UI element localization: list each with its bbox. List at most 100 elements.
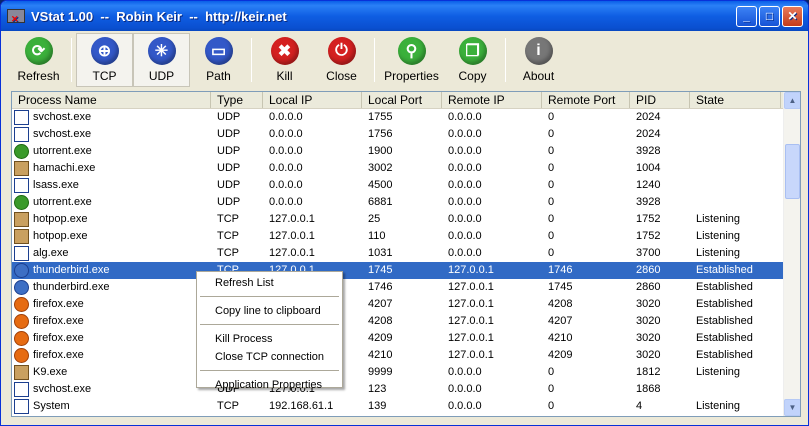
vertical-scrollbar[interactable]: ▲ ▼ [783, 92, 800, 416]
cell-text: 4500 [368, 179, 393, 191]
cell-local-port: 4210 [362, 347, 442, 364]
cell-text: 123 [368, 383, 387, 395]
cell-text: firefox.exe [33, 349, 84, 361]
menu-item-kill-process[interactable]: Kill Process [197, 330, 342, 348]
cell-local-port: 1900 [362, 143, 442, 160]
cell-type: TCP [211, 211, 263, 228]
menu-item-application-properties[interactable]: Application Properties [197, 376, 342, 394]
table-row[interactable]: hotpop.exe TCP 127.0.0.1 110 0.0.0.0 0 1752 Lis… [12, 228, 800, 245]
cell-text: 0 [548, 179, 555, 191]
cell-text: 1752 [636, 230, 661, 242]
refresh-button[interactable]: ⟳ Refresh [10, 33, 67, 87]
cell-text: Established [696, 332, 753, 344]
menu-item-refresh-list[interactable]: Refresh List [197, 274, 342, 292]
cell-text: 127.0.0.1 [448, 315, 494, 327]
column-header-state[interactable]: State [690, 92, 781, 108]
cell-text: 0 [548, 128, 555, 140]
table-row[interactable]: svchost.exe UDP 0.0.0.0 1756 0.0.0.0 0 2024 [12, 126, 800, 143]
copy-button[interactable]: ❐ Copy [444, 33, 501, 87]
cell-text: hotpop.exe [33, 230, 88, 242]
cell-process-name: svchost.exe [12, 126, 211, 143]
path-button[interactable]: ▭ Path [190, 33, 247, 87]
table-row[interactable]: K9.exe 9999 0.0.0.0 0 1812 Listening [12, 364, 800, 381]
table-row[interactable]: firefox.exe 4207 127.0.0.1 4208 3020 Establis… [12, 296, 800, 313]
column-header-pid[interactable]: PID [630, 92, 690, 108]
maximize-button[interactable]: □ [759, 6, 780, 27]
table-row[interactable]: svchost.exe UDP 0.0.0.0 1755 0.0.0.0 0 2024 [12, 109, 800, 126]
properties-button[interactable]: ⚲ Properties [379, 33, 444, 87]
table-row[interactable]: utorrent.exe UDP 0.0.0.0 1900 0.0.0.0 0 3928 [12, 143, 800, 160]
cell-process-name: firefox.exe [12, 296, 211, 313]
magnifier-icon: ⚲ [397, 37, 426, 65]
scroll-thumb[interactable] [785, 144, 800, 199]
table-row[interactable]: firefox.exe 4209 127.0.0.1 4210 3020 Establis… [12, 330, 800, 347]
column-header-process-name[interactable]: Process Name [12, 92, 211, 108]
cell-process-name: lsass.exe [12, 177, 211, 194]
minimize-button[interactable]: _ [736, 6, 757, 27]
cell-state [690, 160, 781, 177]
cell-text: Listening [696, 247, 741, 259]
connection-list: Process Name Type Local IP Local Port Remote… [11, 91, 801, 417]
table-row[interactable]: hotpop.exe TCP 127.0.0.1 25 0.0.0.0 0 1752 List… [12, 211, 800, 228]
cell-pid: 3928 [630, 194, 690, 211]
cell-pid: 3020 [630, 313, 690, 330]
table-row[interactable]: thunderbird.exe TCP 127.0.0.1 1745 127.0.0.1… [12, 262, 800, 279]
table-row[interactable]: thunderbird.exe 1746 127.0.0.1 1745 2860 Esta… [12, 279, 800, 296]
cell-remote-port: 0 [542, 126, 630, 143]
table-row[interactable]: utorrent.exe UDP 0.0.0.0 6881 0.0.0.0 0 3928 [12, 194, 800, 211]
cell-type: UDP [211, 126, 263, 143]
cell-remote-ip: 0.0.0.0 [442, 109, 542, 126]
table-row[interactable]: System TCP 192.168.61.1 139 0.0.0.0 0 4 Listeni… [12, 398, 800, 415]
udp-button[interactable]: ✳ UDP [133, 33, 190, 87]
column-header-remote-port[interactable]: Remote Port [542, 92, 630, 108]
close-button[interactable]: ⏻ Close [313, 33, 370, 87]
cell-pid: 4 [630, 398, 690, 415]
cell-local-ip: 127.0.0.1 [263, 245, 362, 262]
cell-process-name: hamachi.exe [12, 160, 211, 177]
cell-text: 4208 [548, 298, 573, 310]
table-row[interactable]: lsass.exe UDP 0.0.0.0 4500 0.0.0.0 0 1240 [12, 177, 800, 194]
cell-local-port: 123 [362, 381, 442, 398]
cell-local-ip: 0.0.0.0 [263, 143, 362, 160]
table-row[interactable]: firefox.exe 4210 127.0.0.1 4209 3020 Establis… [12, 347, 800, 364]
table-row[interactable]: alg.exe TCP 127.0.0.1 1031 0.0.0.0 0 3700 Liste… [12, 245, 800, 262]
cell-text: 127.0.0.1 [448, 281, 494, 293]
cell-text: Established [696, 349, 753, 361]
cell-pid: 1752 [630, 228, 690, 245]
scroll-up-button[interactable]: ▲ [784, 92, 800, 109]
process-icon [14, 178, 29, 193]
cell-remote-ip: 127.0.0.1 [442, 296, 542, 313]
cell-local-port: 25 [362, 211, 442, 228]
close-window-button[interactable]: ✕ [782, 6, 803, 27]
table-row[interactable]: firefox.exe 4208 127.0.0.1 4207 3020 Establis… [12, 313, 800, 330]
tcp-button[interactable]: ⊕ TCP [76, 33, 133, 87]
cell-text: utorrent.exe [33, 196, 92, 208]
cell-remote-port: 0 [542, 228, 630, 245]
cell-text: 4210 [368, 349, 393, 361]
cell-text: 3002 [368, 162, 393, 174]
cell-state: Established [690, 313, 781, 330]
kill-button[interactable]: ✖ Kill [256, 33, 313, 87]
column-header-remote-ip[interactable]: Remote IP [442, 92, 542, 108]
cell-text: lsass.exe [33, 179, 79, 191]
table-row[interactable]: svchost.exe UDP 127.0.0.1 123 0.0.0.0 0 1868 [12, 381, 800, 398]
menu-item-copy-line-to-clipboard[interactable]: Copy line to clipboard [197, 302, 342, 320]
cell-state: Listening [690, 211, 781, 228]
toolbar: ⟳ Refresh ⊕ TCP ✳ UDP ▭ Path ✖ Kill ⏻ Close ⚲ Propert… [4, 31, 805, 89]
cell-pid: 1004 [630, 160, 690, 177]
cell-local-ip: 0.0.0.0 [263, 126, 362, 143]
cell-text: TCP [217, 230, 239, 242]
cell-type: UDP [211, 177, 263, 194]
cell-pid: 2024 [630, 126, 690, 143]
cell-process-name: firefox.exe [12, 347, 211, 364]
column-header-local-ip[interactable]: Local IP [263, 92, 362, 108]
cell-text: 0.0.0.0 [448, 128, 482, 140]
about-button[interactable]: i About [510, 33, 567, 87]
scroll-down-button[interactable]: ▼ [784, 399, 800, 416]
menu-item-close-tcp-connection[interactable]: Close TCP connection [197, 348, 342, 366]
column-header-local-port[interactable]: Local Port [362, 92, 442, 108]
cell-text: Listening [696, 400, 741, 412]
table-row[interactable]: hamachi.exe UDP 0.0.0.0 3002 0.0.0.0 0 1004 [12, 160, 800, 177]
cell-text: thunderbird.exe [33, 264, 110, 276]
column-header-type[interactable]: Type [211, 92, 263, 108]
